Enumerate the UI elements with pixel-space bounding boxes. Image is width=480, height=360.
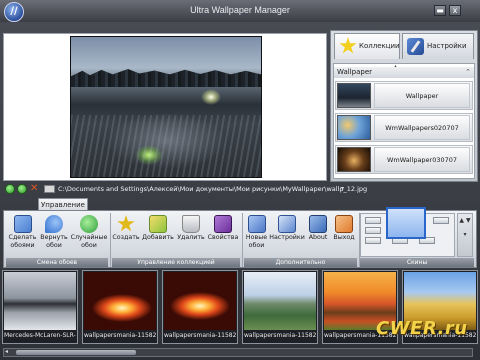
thumbnail-image bbox=[4, 272, 76, 330]
watermark-text: CWER.ru bbox=[376, 318, 468, 339]
collection-list: ▴ Wallpaper ⌃ Wallpaper WmWallpapers0207… bbox=[333, 63, 475, 179]
properties-label: Свойства bbox=[207, 234, 239, 241]
thumbnail-item[interactable]: wallpapersmania-115825 bbox=[162, 270, 238, 344]
properties-button[interactable]: Свойства bbox=[207, 213, 239, 257]
thumbnail-image bbox=[164, 272, 236, 330]
collection-name: WmWallpapers020707 bbox=[374, 115, 470, 140]
minimize-button[interactable]: ▬ bbox=[434, 5, 446, 16]
skin-gallery-scroll[interactable]: ▲ ▼ ▾ bbox=[457, 213, 473, 257]
new-wallpapers-icon bbox=[247, 215, 266, 233]
scroll-left-icon[interactable]: ◂ bbox=[5, 348, 8, 355]
set-wallpaper-label: Сделать обоями bbox=[8, 234, 37, 249]
about-button[interactable]: About bbox=[306, 213, 330, 257]
exit-button[interactable]: Выход bbox=[331, 213, 357, 257]
thumbnail-caption: wallpapersmania-115825 bbox=[164, 332, 236, 339]
group-label-skins: Скины bbox=[360, 258, 474, 267]
collection-name: Wallpaper bbox=[374, 83, 470, 108]
collapse-icon[interactable]: ⌃ bbox=[465, 67, 471, 78]
thumbnail-caption: wallpapersmania-115825 bbox=[244, 332, 316, 339]
tab-collections[interactable]: Коллекции bbox=[334, 33, 400, 59]
delete-label: Удалить bbox=[177, 234, 205, 241]
title-bar[interactable]: // Ultra Wallpaper Manager ▬ x bbox=[0, 0, 480, 22]
settings-label: Настройки bbox=[269, 234, 305, 241]
tab-collections-label: Коллекции bbox=[359, 42, 400, 50]
random-wallpaper-label: Случайные обои bbox=[70, 234, 108, 249]
group-label-collection-management: Управление коллекцией bbox=[112, 258, 240, 267]
collections-panel: Коллекции Настройки ▴ Wallpaper ⌃ Wallpa… bbox=[330, 30, 478, 182]
collection-thumbnail bbox=[337, 83, 371, 108]
current-file-path[interactable]: C:\Documents and Settings\Алексей\Мои до… bbox=[58, 184, 367, 194]
settings-button[interactable]: Настройки bbox=[269, 213, 305, 257]
group-divider bbox=[242, 213, 243, 267]
close-button[interactable]: x bbox=[449, 5, 461, 16]
star-icon bbox=[339, 37, 357, 54]
scrollbar-thumb[interactable] bbox=[16, 350, 136, 355]
forward-button[interactable] bbox=[17, 184, 27, 194]
collection-item[interactable]: WmWallpaper030707 bbox=[335, 145, 473, 174]
add-label: Добавить bbox=[142, 234, 174, 241]
tab-settings[interactable]: Настройки bbox=[402, 33, 474, 59]
properties-icon bbox=[214, 215, 232, 233]
collection-name: WmWallpaper030707 bbox=[374, 147, 470, 172]
group-label-wallpaper-change: Смена обоев bbox=[6, 258, 108, 267]
collection-item[interactable]: WmWallpapers020707 bbox=[335, 113, 473, 142]
exit-icon bbox=[335, 215, 353, 233]
random-wallpaper-button[interactable]: Случайные обои bbox=[70, 213, 108, 257]
create-collection-label: Создать bbox=[112, 234, 140, 241]
about-label: About bbox=[308, 234, 328, 241]
restore-wallpaper-button[interactable]: Вернуть обои bbox=[39, 213, 69, 257]
path-bar: ✕ C:\Documents and Settings\Алексей\Мои … bbox=[3, 184, 477, 194]
group-label-additional: Дополнительно bbox=[244, 258, 357, 267]
preview-grass bbox=[71, 115, 261, 177]
thumbnail-image bbox=[84, 272, 156, 330]
add-icon bbox=[149, 215, 167, 233]
collection-item[interactable]: Wallpaper bbox=[335, 81, 473, 110]
collection-thumbnail bbox=[337, 115, 371, 140]
ribbon-toolbar: Сделать обоями Вернуть обои Случайные об… bbox=[3, 207, 477, 268]
exit-label: Выход bbox=[333, 234, 355, 241]
thumbnail-caption: Mercedes-McLaren-SLR-I bbox=[4, 332, 76, 339]
delete-button[interactable]: Удалить bbox=[176, 213, 206, 257]
random-icon bbox=[80, 215, 98, 233]
thumbnail-item[interactable]: wallpapersmania-115825 bbox=[242, 270, 318, 344]
watermark-logo: CWER.ru bbox=[376, 316, 476, 346]
wallpaper-preview-area bbox=[3, 33, 327, 181]
thumbnail-item[interactable]: Mercedes-McLaren-SLR-I bbox=[2, 270, 78, 344]
collection-thumbnail bbox=[337, 147, 371, 172]
thumbnail-caption: wallpapersmania-115825 bbox=[84, 332, 156, 339]
horizontal-scrollbar[interactable]: ◂ bbox=[3, 348, 473, 357]
about-icon bbox=[309, 215, 327, 233]
app-window: // Ultra Wallpaper Manager ▬ x Коллекции… bbox=[0, 0, 480, 360]
group-divider bbox=[110, 213, 111, 267]
path-dropdown-icon[interactable]: ▾ bbox=[341, 184, 344, 194]
skin-option[interactable] bbox=[365, 217, 381, 224]
add-button[interactable]: Добавить bbox=[141, 213, 175, 257]
tab-settings-label: Настройки bbox=[427, 42, 467, 50]
collection-group-label: Wallpaper bbox=[337, 68, 373, 76]
wallpaper-preview-image[interactable] bbox=[70, 36, 262, 178]
back-button[interactable] bbox=[5, 184, 15, 194]
skin-selected-preview[interactable] bbox=[386, 207, 426, 239]
skin-option[interactable] bbox=[365, 237, 381, 244]
restore-wallpaper-label: Вернуть обои bbox=[40, 234, 68, 249]
delete-icon bbox=[182, 215, 200, 233]
set-wallpaper-icon bbox=[13, 215, 32, 233]
skin-option[interactable] bbox=[433, 217, 449, 224]
collection-group-header[interactable]: Wallpaper ⌃ bbox=[334, 67, 474, 78]
drive-icon bbox=[44, 185, 55, 193]
set-wallpaper-button[interactable]: Сделать обоями bbox=[6, 213, 39, 257]
tools-icon bbox=[407, 38, 424, 55]
new-wallpapers-label: Новые обои bbox=[245, 234, 268, 249]
thumbnail-image bbox=[244, 272, 316, 330]
create-collection-icon bbox=[117, 215, 135, 232]
skin-option[interactable] bbox=[365, 227, 381, 234]
settings-icon bbox=[278, 215, 296, 233]
preview-treeline bbox=[71, 69, 261, 87]
window-title: Ultra Wallpaper Manager bbox=[190, 5, 290, 15]
stop-icon[interactable]: ✕ bbox=[30, 184, 40, 194]
undo-icon bbox=[45, 215, 63, 233]
new-wallpapers-button[interactable]: Новые обои bbox=[244, 213, 269, 257]
thumbnail-item[interactable]: wallpapersmania-115825 bbox=[82, 270, 158, 344]
create-collection-button[interactable]: Создать bbox=[112, 213, 140, 257]
